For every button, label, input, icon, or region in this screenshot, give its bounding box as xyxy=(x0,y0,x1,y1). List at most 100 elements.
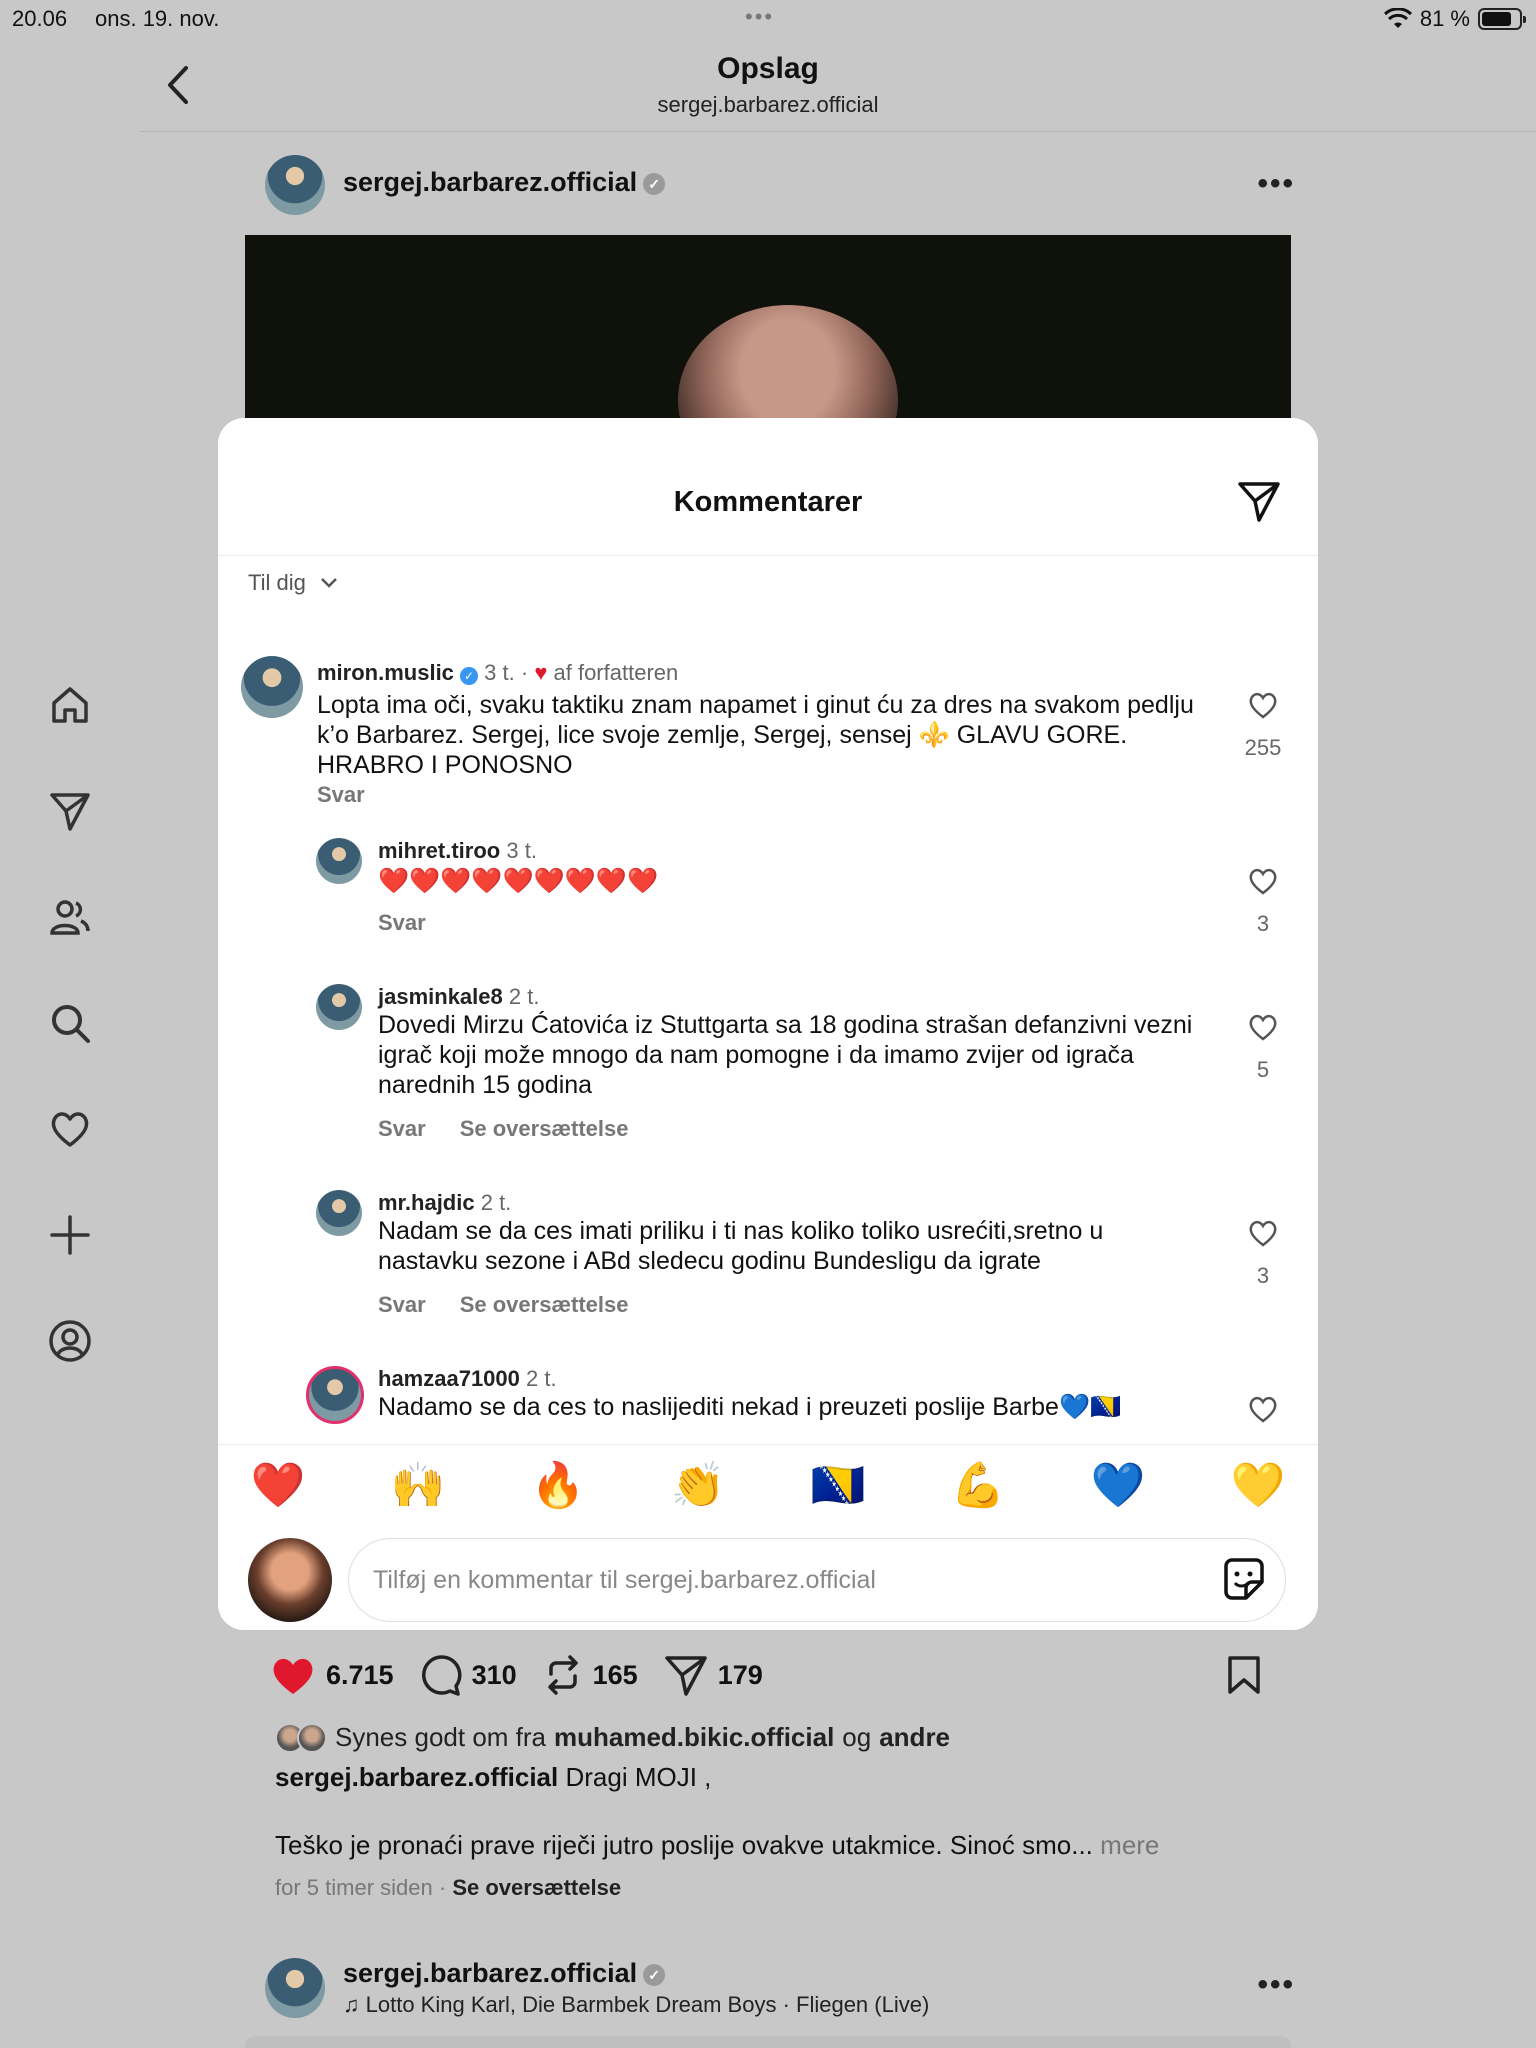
liked-by-prefix: Synes godt om fra xyxy=(335,1722,546,1752)
comment-username[interactable]: miron.muslic xyxy=(317,660,454,685)
comment-bubble-icon xyxy=(421,1655,462,1696)
post-author-username[interactable]: sergej.barbarez.official ✓ xyxy=(343,167,666,198)
reply-button[interactable]: Svar xyxy=(317,782,365,808)
comment-like: 255 xyxy=(1233,690,1293,761)
next-post-author[interactable]: sergej.barbarez.official ✓ xyxy=(343,1958,666,1989)
comment-input[interactable]: Tilføj en kommentar til sergej.barbarez.… xyxy=(348,1538,1286,1622)
nav-activity[interactable] xyxy=(40,1099,100,1159)
heart-outline-icon[interactable] xyxy=(1247,866,1279,896)
post-actions: 6.715 310 165 179 xyxy=(270,1650,1270,1700)
translate-button[interactable]: Se oversættelse xyxy=(460,1292,629,1318)
bookmark-icon[interactable] xyxy=(1226,1654,1262,1696)
emoji-reaction[interactable]: 💪 xyxy=(948,1459,1008,1511)
wifi-icon xyxy=(1383,8,1412,28)
repost-action[interactable]: 165 xyxy=(543,1654,638,1696)
multitasking-dots-icon[interactable]: ••• xyxy=(745,4,774,30)
emoji-reaction[interactable]: 🇧🇦 xyxy=(808,1459,868,1511)
battery-icon xyxy=(1478,8,1526,30)
next-post-author-avatar[interactable] xyxy=(265,1958,325,2018)
heart-outline-icon[interactable] xyxy=(1247,1218,1279,1248)
search-icon xyxy=(52,1005,90,1043)
next-post-music[interactable]: ♫ Lotto King Karl, Die Barmbek Dream Boy… xyxy=(343,1992,929,2018)
sort-dropdown[interactable]: Til dig xyxy=(248,570,338,596)
share-action[interactable]: 179 xyxy=(664,1654,763,1696)
comment-username[interactable]: jasminkale8 xyxy=(378,984,503,1009)
nav-home[interactable] xyxy=(40,675,100,735)
emoji-reaction[interactable]: 💛 xyxy=(1228,1459,1288,1511)
reply-button[interactable]: Svar xyxy=(378,910,426,936)
share-icon[interactable] xyxy=(1236,478,1282,524)
emoji-reaction[interactable]: 💙 xyxy=(1088,1459,1148,1511)
heart-outline-icon[interactable] xyxy=(1247,1394,1279,1424)
comment-like-count: 255 xyxy=(1244,735,1282,760)
comment-text: Lopta ima oči, svaku taktiku znam napame… xyxy=(317,691,1194,779)
sort-label: Til dig xyxy=(248,570,306,595)
plus-icon xyxy=(50,1215,90,1255)
nav-profile[interactable] xyxy=(40,1311,100,1371)
nav-people[interactable] xyxy=(40,887,100,947)
comment-meta: hamzaa71000 2 t. xyxy=(378,1366,557,1392)
heart-outline-icon[interactable] xyxy=(1247,1012,1279,1042)
translate-button[interactable]: Se oversættelse xyxy=(460,1116,629,1142)
nav-create[interactable] xyxy=(40,1205,100,1265)
more-options-icon[interactable]: ••• xyxy=(1257,1968,1295,2002)
emoji-reaction[interactable]: 👏 xyxy=(668,1459,728,1511)
comment-meta: mr.hajdic 2 t. xyxy=(378,1190,511,1216)
page-subtitle: sergej.barbarez.official xyxy=(657,92,879,117)
comment-time: 2 t. xyxy=(508,984,540,1009)
comment-action[interactable]: 310 xyxy=(420,1654,517,1696)
commenter-avatar[interactable] xyxy=(241,656,303,718)
comments-list[interactable]: miron.muslic ✓ 3 t. · ♥ af forfatteren L… xyxy=(218,628,1318,860)
nav-search[interactable] xyxy=(40,993,100,1053)
music-note-icon: ♫ xyxy=(343,1992,366,2017)
comment-username[interactable]: mihret.tiroo xyxy=(378,838,500,863)
comment-username[interactable]: hamzaa71000 xyxy=(378,1366,520,1391)
battery-percent: 81 % xyxy=(1419,6,1470,31)
more-options-icon[interactable]: ••• xyxy=(1257,167,1295,201)
post-author-name: sergej.barbarez.official xyxy=(343,167,638,197)
verified-badge-icon: ✓ xyxy=(643,1963,666,1986)
status-date: ons. 19. nov. xyxy=(95,6,220,31)
comments-list-replies[interactable]: mihret.tiroo 3 t. ❤️❤️❤️❤️❤️❤️❤️❤️❤️ Sva… xyxy=(218,838,1318,1444)
comment-time: 2 t. xyxy=(526,1366,557,1391)
commenter-avatar-story-ring[interactable] xyxy=(306,1366,364,1424)
heart-outline-icon[interactable] xyxy=(1247,690,1279,720)
send-icon xyxy=(664,1656,707,1696)
commenter-avatar[interactable] xyxy=(316,838,362,884)
page-header: Opslag sergej.barbarez.official xyxy=(0,40,1536,132)
header-divider xyxy=(140,131,1536,132)
emoji-reaction[interactable]: 🔥 xyxy=(528,1459,588,1511)
liked-by-row[interactable]: Synes godt om fra muhamed.bikic.official… xyxy=(275,1722,950,1753)
post-author-avatar[interactable] xyxy=(265,155,325,215)
sticker-icon[interactable] xyxy=(1220,1556,1268,1604)
nav-messages[interactable] xyxy=(40,781,100,841)
caption-more-link[interactable]: mere xyxy=(1100,1830,1159,1860)
commenter-avatar[interactable] xyxy=(316,984,362,1030)
repost-count: 165 xyxy=(592,1659,638,1690)
translate-link[interactable]: Se oversættelse xyxy=(452,1875,621,1900)
reply-button[interactable]: Svar xyxy=(378,1116,426,1142)
caption-username[interactable]: sergej.barbarez.official xyxy=(275,1762,558,1792)
reply-button[interactable]: Svar xyxy=(378,1292,426,1318)
comment-text: ❤️❤️❤️❤️❤️❤️❤️❤️❤️ xyxy=(378,867,659,895)
comment-meta: mihret.tiroo 3 t. xyxy=(378,838,537,864)
comment-actions: Svar Se oversættelse xyxy=(378,1292,628,1318)
comment-like: 3 xyxy=(1233,866,1293,937)
chevron-down-icon xyxy=(320,578,337,588)
comment-text: Nadamo se da ces to naslijediti nekad i … xyxy=(378,1393,1122,1421)
liker-username[interactable]: andre xyxy=(879,1722,950,1753)
like-action[interactable]: 6.715 xyxy=(270,1654,394,1696)
comment-text: Dovedi Mirzu Ćatovića iz Stuttgarta sa 1… xyxy=(378,1011,1193,1099)
profile-icon xyxy=(49,1320,91,1362)
comment-meta: miron.muslic ✓ 3 t. · ♥ af forfatteren xyxy=(317,660,679,685)
liked-by-conj: og xyxy=(842,1722,872,1752)
emoji-reaction[interactable]: 🙌 xyxy=(388,1459,448,1511)
post-image[interactable] xyxy=(245,235,1291,420)
commenter-avatar[interactable] xyxy=(316,1190,362,1236)
comment-username[interactable]: mr.hajdic xyxy=(378,1190,475,1215)
meta-separator: · xyxy=(438,1875,447,1900)
liker-username[interactable]: muhamed.bikic.official xyxy=(554,1722,834,1753)
like-count: 6.715 xyxy=(326,1659,394,1690)
comment-meta: jasminkale8 2 t. xyxy=(378,984,539,1010)
emoji-reaction[interactable]: ❤️ xyxy=(248,1459,308,1511)
